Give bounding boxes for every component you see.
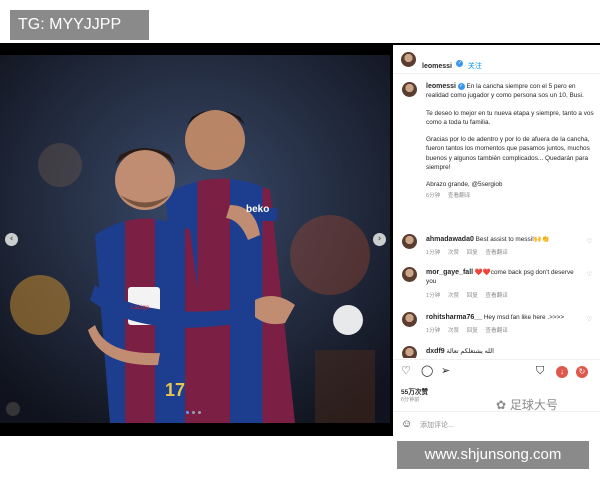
post-photo: beko LaLiga 17 — [0, 55, 390, 423]
watermark-brand-text: 足球大号 — [509, 398, 558, 412]
carousel-dots — [186, 411, 201, 414]
comment-time: 1分钟 — [426, 250, 441, 257]
comment-reply-link[interactable]: 回复 — [467, 293, 478, 299]
avatar[interactable] — [402, 234, 417, 249]
caption-username[interactable]: leomessi — [426, 83, 456, 90]
comment-username[interactable]: rohitsharma76__ — [426, 314, 482, 321]
comment-meta: 1分钟 次赞 回复 查看翻译 — [426, 249, 584, 258]
avatar[interactable] — [402, 346, 417, 358]
comment-text: الله يشتغلكم تعالة — [446, 348, 494, 355]
verified-badge-icon: ✓ — [456, 60, 464, 68]
follow-button[interactable]: 关注 — [468, 63, 482, 70]
comment-likes: 次赞 — [447, 250, 460, 257]
carousel-dot — [192, 411, 195, 414]
header-user-line: leomessi ✓ 关注 — [422, 55, 482, 73]
comment-body: mor_gaye_fall ❤️❤️come back psg don't de… — [426, 268, 584, 301]
comment-like-heart-icon[interactable]: ♡ — [587, 271, 592, 278]
smile-icon[interactable]: ☺ — [401, 418, 412, 430]
username-link[interactable]: leomessi — [422, 63, 452, 70]
comment-time: 1分钟 — [426, 292, 441, 299]
comment-likes: 次赞 — [447, 292, 460, 299]
caption-text: leomessi ✓ En la cancha siempre con el 5… — [426, 82, 594, 201]
post-side-panel: leomessi ✓ 关注 leomessi ✓ En la cancha si… — [393, 45, 600, 436]
likes-count[interactable]: 55万次赞 — [401, 386, 428, 396]
avatar[interactable] — [402, 312, 417, 327]
carousel-dot — [198, 411, 201, 414]
players-photo-illustration — [0, 55, 390, 423]
watermark-brand: ✿ 足球大号 — [496, 396, 558, 413]
caption-paragraph-2: Te deseo lo mejor en tu nueva etapa y si… — [426, 109, 594, 126]
comment-translate-link[interactable]: 查看翻译 — [485, 250, 507, 256]
download-icon[interactable]: ↓ — [556, 366, 568, 378]
next-image-button[interactable]: › — [373, 233, 386, 246]
caption-translate-link[interactable]: 查看翻译 — [448, 193, 470, 199]
watermark-top-label: TG: MYYJJPP — [10, 10, 149, 40]
caption-paragraph-1: leomessi ✓ En la cancha siempre con el 5… — [426, 82, 594, 101]
comment-body: ahmadawada0 Best assist to messi!🙌👏 1分钟 … — [426, 235, 584, 259]
comment-translate-link[interactable]: 查看翻译 — [485, 328, 507, 334]
comment-meta: 1分钟 次赞 回复 查看翻译 — [426, 327, 584, 336]
reload-icon[interactable]: ↻ — [576, 366, 588, 378]
caption-paragraph-4: Abrazo grande, @5sergiob — [426, 181, 503, 189]
heart-icon[interactable]: ♡ — [401, 365, 411, 377]
caption-meta: 6分钟 查看翻译 — [426, 192, 594, 201]
comment-username[interactable]: dxdf9 — [426, 348, 445, 355]
post-actions-bar: ♡ ◯ ➢ ⛉ ↓ ↻ — [393, 359, 600, 382]
carousel-dot — [186, 411, 189, 414]
avatar[interactable] — [402, 82, 417, 97]
add-comment-input[interactable]: 添加评论... — [420, 420, 454, 430]
comment-like-heart-icon[interactable]: ♡ — [587, 238, 592, 245]
comment-item: dxdf9 الله يشتغلكم تعالة — [402, 346, 598, 358]
avatar[interactable] — [401, 52, 416, 67]
post-header: leomessi ✓ 关注 — [393, 45, 600, 74]
previous-image-button[interactable]: ‹ — [5, 233, 18, 246]
post-time-ago: 6分钟前 — [401, 397, 420, 403]
send-icon[interactable]: ➢ — [441, 365, 450, 377]
comment-likes: 次赞 — [447, 328, 460, 335]
tagged-users-icon[interactable] — [6, 402, 20, 416]
comment-reply-link[interactable]: 回复 — [467, 250, 478, 256]
bookmark-icon[interactable]: ⛉ — [536, 365, 544, 377]
comment-body: rohitsharma76__ Hey msd fan like here .>… — [426, 313, 584, 337]
comment-text: Hey msd fan like here .>>>> — [483, 314, 565, 321]
verified-badge-icon: ✓ — [457, 82, 465, 90]
comment-reply-link[interactable]: 回复 — [467, 328, 478, 334]
shorts-number-text: 17 — [165, 380, 186, 400]
league-badge-text: LaLiga — [131, 305, 150, 311]
comment-time: 1分钟 — [426, 328, 441, 335]
comment-username[interactable]: mor_gaye_fall — [426, 269, 473, 276]
caption-time: 6分钟 — [426, 192, 441, 199]
comment-translate-link[interactable]: 查看翻译 — [485, 293, 507, 299]
jersey-sponsor-text: beko — [246, 204, 270, 215]
comment-meta: 1分钟 次赞 回复 查看翻译 — [426, 292, 584, 301]
avatar[interactable] — [402, 267, 417, 282]
add-comment-bar: ☺ 添加评论... — [393, 411, 600, 437]
comment-icon[interactable]: ◯ — [421, 365, 433, 377]
caption-paragraph-3: Gracias por lo de adentro y por lo de af… — [426, 136, 590, 172]
comment-like-heart-icon[interactable]: ♡ — [587, 316, 592, 323]
watermark-brand-icon: ✿ — [496, 398, 507, 412]
comment-text: Best assist to messi!🙌👏 — [475, 236, 550, 243]
comment-username[interactable]: ahmadawada0 — [426, 236, 474, 243]
comment-body: dxdf9 الله يشتغلكم تعالة — [426, 347, 584, 356]
watermark-url-label: www.shjunsong.com — [397, 441, 589, 469]
